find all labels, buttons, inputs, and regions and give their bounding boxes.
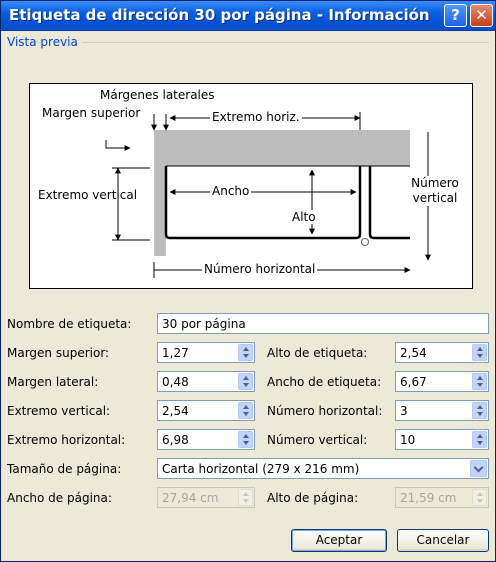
label-name-label: Nombre de etiqueta:: [7, 317, 132, 331]
label-height-field-label: Alto de etiqueta:: [267, 346, 368, 360]
spin-updown-icon: [238, 489, 253, 506]
window-title: Etiqueta de dirección 30 por página - In…: [9, 6, 430, 24]
spin-updown-icon[interactable]: [238, 402, 253, 419]
page-width-value: 27,94 cm: [162, 491, 219, 505]
page-height-label: Alto de página:: [267, 491, 359, 505]
help-button[interactable]: ?: [444, 4, 467, 27]
number-across-label: Número horizontal: [202, 262, 318, 276]
width-label: Ancho: [210, 184, 252, 198]
preview-group-label: Vista previa: [7, 35, 82, 49]
page-height-input: 21,59 cm: [395, 487, 489, 508]
label-height-value: 2,54: [400, 346, 427, 360]
ok-button[interactable]: Aceptar: [291, 529, 387, 552]
vertical-pitch-value: 2,54: [162, 404, 189, 418]
label-width-input[interactable]: 6,67: [395, 371, 489, 392]
number-down-input[interactable]: 10: [395, 429, 489, 450]
page-width-label: Ancho de página:: [7, 491, 112, 505]
close-button[interactable]: ✕: [470, 4, 493, 27]
top-margin-input[interactable]: 1,27: [157, 342, 255, 363]
label-width-value: 6,67: [400, 375, 427, 389]
page-height-value: 21,59 cm: [400, 491, 457, 505]
number-down-label: Número vertical: [406, 176, 464, 206]
horizontal-pitch-field-label: Extremo horizontal:: [7, 433, 126, 447]
top-margin-field-label: Margen superior:: [7, 346, 110, 360]
spin-updown-icon[interactable]: [238, 373, 253, 390]
side-margin-value: 0,48: [162, 375, 189, 389]
chevron-down-icon[interactable]: [470, 460, 487, 477]
number-across-field-label: Número horizontal:: [267, 404, 383, 418]
group-divider: [81, 42, 489, 43]
cancel-button[interactable]: Cancelar: [397, 529, 489, 552]
page-size-value: Carta horizontal (279 x 216 mm): [162, 462, 360, 476]
label-height-input[interactable]: 2,54: [395, 342, 489, 363]
page-size-label: Tamaño de página:: [7, 462, 122, 476]
side-margin-shape: [154, 130, 166, 256]
vertical-pitch-label: Extremo vertical: [38, 188, 138, 202]
vertical-pitch-input[interactable]: 2,54: [157, 400, 255, 421]
height-label: Alto: [290, 210, 318, 224]
top-margin-shape: [154, 130, 410, 166]
spin-updown-icon[interactable]: [472, 373, 487, 390]
number-down-value: 10: [400, 433, 416, 447]
label-width-field-label: Ancho de etiqueta:: [267, 375, 382, 389]
side-margin-field-label: Margen lateral:: [7, 375, 99, 389]
number-across-value: 3: [400, 404, 408, 418]
title-bar[interactable]: Etiqueta de dirección 30 por página - In…: [1, 1, 495, 31]
top-margin-label: Margen superior: [42, 106, 141, 120]
label-name-value: 30 por página: [162, 317, 246, 331]
spin-updown-icon[interactable]: [472, 344, 487, 361]
spin-updown-icon: [472, 489, 487, 506]
page-size-select[interactable]: Carta horizontal (279 x 216 mm): [157, 458, 489, 479]
horizontal-pitch-value: 6,98: [162, 433, 189, 447]
top-margin-value: 1,27: [162, 346, 189, 360]
number-down-field-label: Número vertical:: [267, 433, 368, 447]
side-margin-input[interactable]: 0,48: [157, 371, 255, 392]
label-preview: Márgenes laterales Margen superior Extre…: [29, 83, 473, 289]
next-label-outline: [368, 166, 410, 240]
number-across-input[interactable]: 3: [395, 400, 489, 421]
vertical-pitch-field-label: Extremo vertical:: [7, 404, 111, 418]
label-outline: [164, 166, 362, 240]
label-corner-marker: [361, 238, 369, 246]
page-width-input: 27,94 cm: [157, 487, 255, 508]
dialog-window: Etiqueta de dirección 30 por página - In…: [0, 0, 496, 562]
spin-updown-icon[interactable]: [472, 402, 487, 419]
spin-updown-icon[interactable]: [238, 431, 253, 448]
spin-updown-icon[interactable]: [238, 344, 253, 361]
horizontal-pitch-label: Extremo horiz.: [210, 110, 302, 124]
side-margins-label: Márgenes laterales: [100, 88, 215, 102]
label-name-input[interactable]: 30 por página: [157, 313, 489, 334]
spin-updown-icon[interactable]: [472, 431, 487, 448]
horizontal-pitch-input[interactable]: 6,98: [157, 429, 255, 450]
